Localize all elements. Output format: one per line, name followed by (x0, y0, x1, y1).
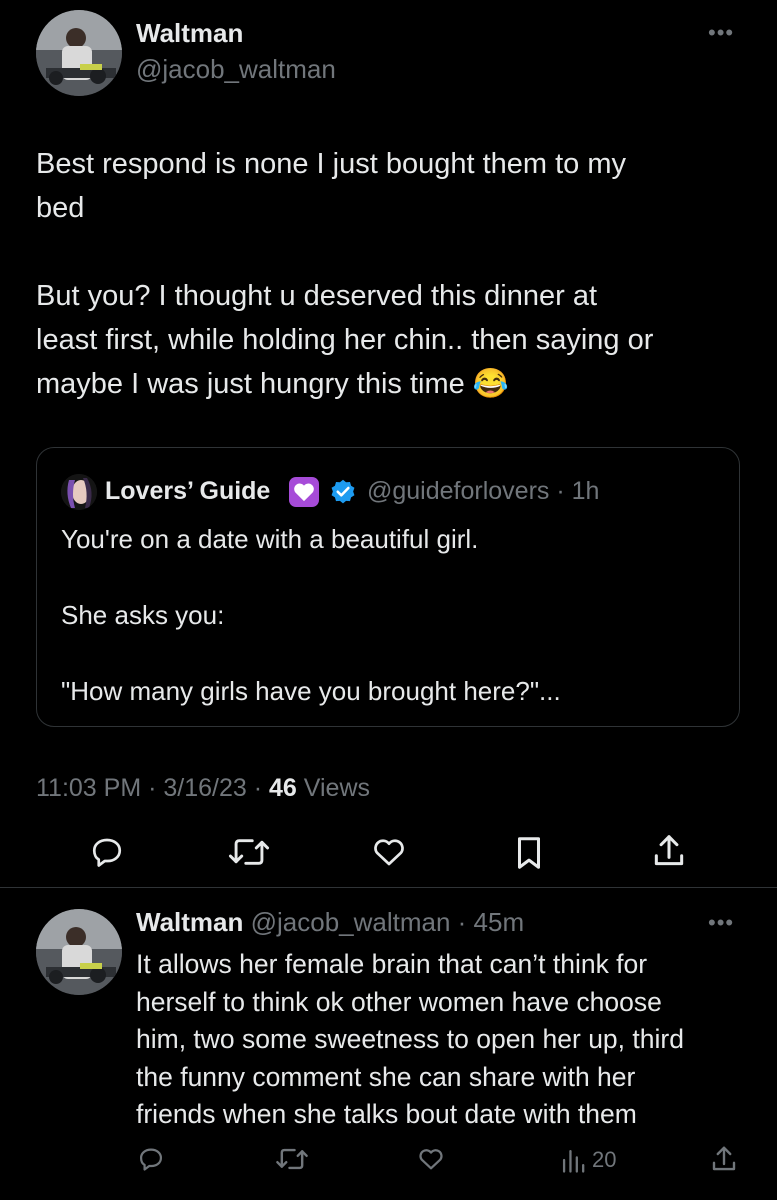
laughing-emoji-icon: 😂 (472, 368, 509, 400)
reply-line: the funny comment she can share with her (136, 1061, 636, 1092)
more-options-icon[interactable]: ••• (708, 20, 734, 46)
quoted-line: "How many girls have you brought here?".… (61, 676, 561, 706)
bookmark-icon[interactable] (512, 834, 546, 872)
retweet-icon[interactable] (228, 834, 270, 870)
reply-handle-time[interactable]: @jacob_waltman · 45m (251, 907, 525, 937)
reply-reply-icon[interactable] (136, 1145, 166, 1173)
quoted-line: You're on a date with a beautiful girl. (61, 524, 479, 554)
tweet-line: Best respond is none I just bought them … (36, 148, 626, 180)
verified-badge-icon (329, 478, 357, 506)
tweet-text: Best respond is none I just bought them … (36, 142, 756, 406)
tweet-line: But you? I thought u deserved this dinne… (36, 280, 598, 312)
avatar-image (36, 909, 122, 995)
reply-more-options-icon[interactable]: ••• (708, 910, 734, 936)
author-handle[interactable]: @jacob_waltman (136, 54, 336, 85)
reply-like-icon[interactable] (416, 1145, 446, 1173)
reply-share-icon[interactable] (710, 1144, 738, 1174)
reply-author-avatar[interactable] (36, 909, 122, 995)
quoted-author-name: Lovers’ Guide (105, 477, 271, 505)
quoted-line: She asks you: (61, 600, 225, 630)
share-icon[interactable] (651, 832, 687, 870)
reply-line: It allows her female brain that can’t th… (136, 949, 648, 979)
views-count: 46 (269, 774, 297, 802)
reply-header: Waltman @jacob_waltman · 45m (136, 907, 524, 938)
avatar-image (36, 10, 122, 96)
tweet-line: least first, while holding her chin.. th… (36, 324, 654, 356)
analytics-icon (560, 1146, 586, 1174)
tweet-line: bed (36, 192, 85, 224)
reply-icon[interactable] (88, 834, 126, 870)
author-name[interactable]: Waltman (136, 18, 243, 49)
quoted-handle-time: @guideforlovers · 1h (367, 477, 600, 505)
tweet-line: maybe I was just hungry this time 😂 (36, 368, 509, 400)
reply-line: friends when she talks bout date with th… (136, 1099, 637, 1129)
tweet-timestamp: 11:03 PM · 3/16/23 · 46 Views (36, 774, 370, 803)
divider (0, 887, 777, 888)
reply-line: herself to think ok other women have cho… (136, 986, 662, 1017)
like-icon[interactable] (370, 834, 408, 870)
timestamp-text: 11:03 PM · 3/16/23 · (36, 774, 269, 802)
quoted-tweet[interactable]: Lovers’ Guide @guideforlovers · 1h You'r… (36, 447, 740, 727)
reply-line: him, two some sweetness to open her up, … (136, 1024, 684, 1054)
author-avatar[interactable] (36, 10, 122, 96)
reply-views[interactable]: 20 (560, 1146, 616, 1174)
reply-text: It allows her female brain that can’t th… (136, 946, 756, 1134)
reply-retweet-icon[interactable] (275, 1145, 309, 1173)
reply-views-count: 20 (592, 1147, 617, 1172)
quoted-author-avatar (61, 474, 97, 510)
reply-author-name[interactable]: Waltman (136, 907, 243, 937)
heart-decoration-emoji-icon (289, 477, 319, 507)
avatar-image (61, 474, 97, 510)
quoted-text: You're on a date with a beautiful girl. … (61, 520, 561, 710)
views-label: Views (296, 774, 370, 802)
